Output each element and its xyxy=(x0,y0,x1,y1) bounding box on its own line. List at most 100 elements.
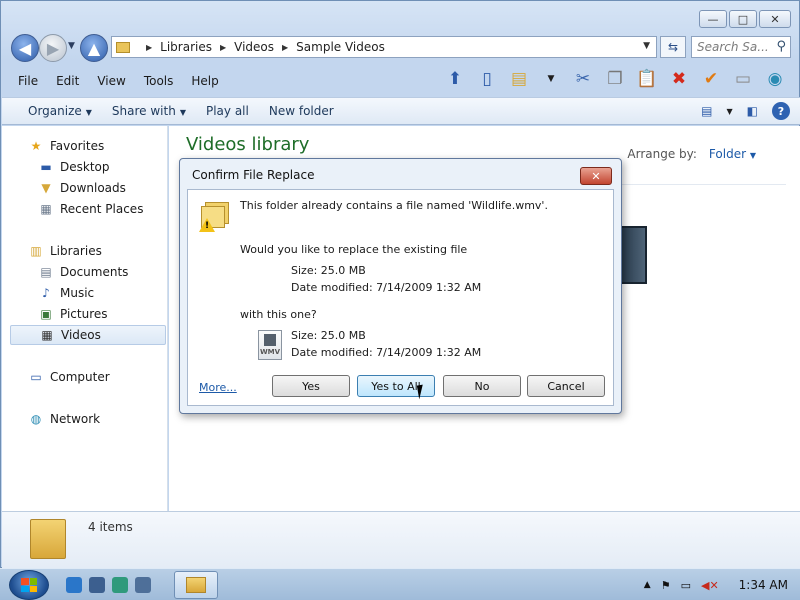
dialog-question: Would you like to replace the existing f… xyxy=(240,243,468,256)
computer-label: Computer xyxy=(50,370,110,384)
checkmark-icon[interactable]: ✔ xyxy=(699,67,723,91)
command-bar-right: ▤ ▼ ◧ ? xyxy=(701,102,790,120)
sidebar-item-documents[interactable]: ▤ Documents xyxy=(38,262,128,282)
maximize-button[interactable]: □ xyxy=(729,10,757,28)
forward-arrow-icon: ▶ xyxy=(46,38,60,58)
up-button[interactable]: ▲ xyxy=(80,34,108,62)
sidebar-favorites[interactable]: ★ Favorites xyxy=(28,136,105,156)
menu-file[interactable]: File xyxy=(9,74,47,88)
breadcrumb-separator-icon: ▶ xyxy=(219,42,227,52)
minimize-button[interactable]: — xyxy=(699,10,727,28)
rename-icon[interactable]: ▭ xyxy=(731,67,755,91)
menu-help[interactable]: Help xyxy=(182,74,227,88)
preview-pane-icon[interactable]: ◧ xyxy=(747,104,758,118)
menu-tools[interactable]: Tools xyxy=(135,74,183,88)
dropdown-arrow-icon[interactable]: ▼ xyxy=(539,67,563,91)
sidebar-item-music[interactable]: ♪ Music xyxy=(38,283,94,303)
change-view-icon[interactable]: ▤ xyxy=(701,104,712,118)
help-icon[interactable]: ? xyxy=(772,102,790,120)
forward-button[interactable]: ▶ xyxy=(39,34,67,62)
more-link[interactable]: More... xyxy=(199,381,237,394)
toolbar-icons: ⬆ ▯ ▤ ▼ ✂ ❐ 📋 ✖ ✔ ▭ ◉ xyxy=(443,67,787,91)
copy-icon[interactable]: ❐ xyxy=(603,67,627,91)
music-icon: ♪ xyxy=(42,286,50,300)
clock[interactable]: 1:34 AM xyxy=(739,578,788,592)
organize-button[interactable]: Organize ▼ xyxy=(18,104,102,118)
sidebar-item-desktop[interactable]: ▬ Desktop xyxy=(38,157,109,177)
new-file-modified: Date modified: 7/14/2009 1:32 AM xyxy=(291,346,482,359)
downloads-icon: ▼ xyxy=(41,181,51,195)
sidebar-item-videos[interactable]: ▦ Videos xyxy=(10,325,166,345)
search-icon[interactable]: ⚲ xyxy=(776,39,786,54)
folder-options-icon[interactable]: ▤ xyxy=(507,67,531,91)
new-folder-button[interactable]: New folder xyxy=(259,104,344,118)
close-icon: ✕ xyxy=(591,169,601,183)
recent-places-icon: ▦ xyxy=(40,202,52,216)
cancel-button[interactable]: Cancel xyxy=(527,375,605,397)
sidebar-item-pictures[interactable]: ▣ Pictures xyxy=(38,304,108,324)
arrange-by-dropdown[interactable]: Folder ▼ xyxy=(709,147,756,161)
sidebar-item-downloads[interactable]: ▼ Downloads xyxy=(38,178,126,198)
media-player-icon[interactable] xyxy=(112,577,128,593)
pictures-label: Pictures xyxy=(60,307,108,321)
computer-icon: ▭ xyxy=(30,370,42,384)
library-title: Videos library xyxy=(186,134,310,155)
volume-muted-icon[interactable]: ◀✕ xyxy=(701,579,719,592)
show-desktop-icon[interactable] xyxy=(89,577,105,593)
action-center-flag-icon[interactable]: ⚑ xyxy=(661,579,671,592)
tray-expand-icon[interactable]: ▲ xyxy=(644,580,651,590)
refresh-button[interactable]: ⇆ xyxy=(660,36,686,58)
breadcrumb-sample-videos[interactable]: Sample Videos xyxy=(296,40,385,54)
breadcrumb-videos[interactable]: Videos xyxy=(234,40,274,54)
sidebar-network[interactable]: ◍ Network xyxy=(28,409,100,429)
breadcrumb-separator-icon: ▶ xyxy=(146,42,153,52)
network-tray-icon[interactable]: ▭ xyxy=(681,579,691,592)
dialog-with-this: with this one? xyxy=(240,308,317,321)
desktop-icon: ▬ xyxy=(40,160,52,174)
address-bar[interactable]: ▶ Libraries ▶ Videos ▶ Sample Videos ▼ xyxy=(111,36,657,58)
breadcrumb-separator-icon: ▶ xyxy=(282,42,289,52)
sidebar-computer[interactable]: ▭ Computer xyxy=(28,367,110,387)
back-button[interactable]: ◀ xyxy=(11,34,39,62)
breadcrumb-libraries[interactable]: Libraries xyxy=(160,40,212,54)
documents-icon: ▤ xyxy=(40,265,52,279)
network-globe-icon[interactable]: ◉ xyxy=(763,67,787,91)
sidebar-libraries[interactable]: ▥ Libraries xyxy=(28,241,102,261)
arrange-by-label: Arrange by: xyxy=(627,147,697,161)
warning-icon: ! xyxy=(199,200,229,232)
folders-pane-icon[interactable]: ▯ xyxy=(475,67,499,91)
switch-windows-icon[interactable] xyxy=(135,577,151,593)
close-button[interactable]: ✕ xyxy=(759,10,791,28)
folder-icon xyxy=(186,577,206,593)
menu-view[interactable]: View xyxy=(88,74,134,88)
address-dropdown-icon[interactable]: ▼ xyxy=(643,41,650,51)
play-all-button[interactable]: Play all xyxy=(196,104,259,118)
delete-icon[interactable]: ✖ xyxy=(667,67,691,91)
chevron-down-icon: ▼ xyxy=(749,151,756,160)
dialog-message: This folder already contains a file name… xyxy=(240,199,548,212)
start-button[interactable] xyxy=(9,570,49,600)
menu-edit[interactable]: Edit xyxy=(47,74,88,88)
taskbar: ▲ ⚑ ▭ ◀✕ 1:34 AM xyxy=(0,568,800,600)
search-input[interactable]: Search Sa... ⚲ xyxy=(691,36,791,58)
yes-button[interactable]: Yes xyxy=(272,375,350,397)
no-button[interactable]: No xyxy=(443,375,521,397)
share-with-button[interactable]: Share with ▼ xyxy=(102,104,196,118)
chevron-down-icon: ▼ xyxy=(179,108,186,117)
taskbar-explorer-button[interactable] xyxy=(174,571,218,599)
history-dropdown-icon[interactable]: ▼ xyxy=(68,41,75,51)
cut-icon[interactable]: ✂ xyxy=(571,67,595,91)
organize-label: Organize xyxy=(28,104,82,118)
refresh-icon: ⇆ xyxy=(667,40,679,54)
details-pane: 4 items xyxy=(2,511,800,568)
music-label: Music xyxy=(60,286,95,300)
paste-icon[interactable]: 📋 xyxy=(635,67,659,91)
internet-explorer-icon[interactable] xyxy=(66,577,82,593)
existing-file-modified: Date modified: 7/14/2009 1:32 AM xyxy=(291,281,482,294)
dialog-close-button[interactable]: ✕ xyxy=(580,167,612,185)
sidebar-item-recent-places[interactable]: ▦ Recent Places xyxy=(38,199,143,219)
view-options-dropdown-icon[interactable]: ▼ xyxy=(727,107,733,116)
up-folder-icon[interactable]: ⬆ xyxy=(443,67,467,91)
network-label: Network xyxy=(50,412,101,426)
pictures-icon: ▣ xyxy=(40,307,52,321)
